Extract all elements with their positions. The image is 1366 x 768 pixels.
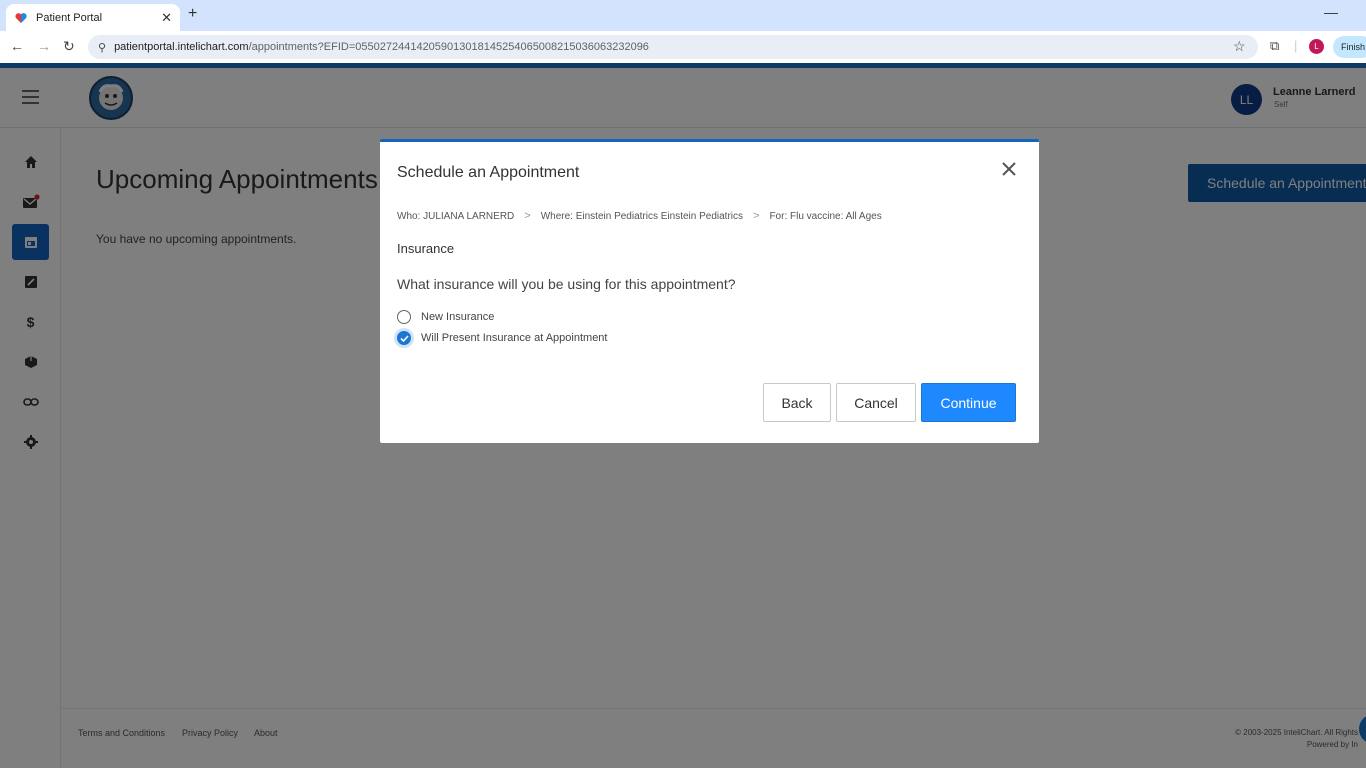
section-label: Insurance bbox=[397, 241, 455, 256]
tab-close-icon[interactable]: ✕ bbox=[161, 10, 172, 26]
favicon-heart-icon bbox=[14, 11, 28, 25]
forward-arrow-icon[interactable]: → bbox=[37, 38, 51, 54]
address-bar[interactable]: ⚲ patientportal.intelichart.com/appointm… bbox=[88, 35, 1258, 59]
breadcrumb-who[interactable]: Who: JULIANA LARNERD bbox=[397, 211, 514, 222]
breadcrumb-separator: > bbox=[753, 210, 760, 222]
option-present-insurance[interactable]: Will Present Insurance at Appointment bbox=[397, 331, 607, 345]
tab-title: Patient Portal bbox=[36, 11, 103, 24]
radio-present-insurance[interactable] bbox=[397, 331, 411, 345]
continue-button[interactable]: Continue bbox=[921, 383, 1016, 422]
breadcrumb: Who: JULIANA LARNERD > Where: Einstein P… bbox=[397, 210, 882, 222]
option-label: New Insurance bbox=[421, 311, 495, 323]
browser-tab[interactable]: Patient Portal ✕ bbox=[6, 4, 180, 31]
profile-avatar[interactable]: L bbox=[1309, 39, 1324, 54]
new-tab-icon[interactable]: + bbox=[188, 5, 197, 23]
close-icon[interactable] bbox=[1000, 160, 1018, 178]
cancel-button[interactable]: Cancel bbox=[836, 383, 916, 422]
radio-new-insurance[interactable] bbox=[397, 310, 411, 324]
breadcrumb-where[interactable]: Where: Einstein Pediatrics Einstein Pedi… bbox=[541, 211, 743, 222]
insurance-question: What insurance will you be using for thi… bbox=[397, 276, 736, 292]
option-label: Will Present Insurance at Appointment bbox=[421, 332, 608, 344]
site-settings-icon[interactable]: ⚲ bbox=[98, 41, 106, 54]
breadcrumb-separator: > bbox=[524, 210, 531, 222]
browser-toolbar: ← → ↻ ⚲ patientportal.intelichart.com/ap… bbox=[0, 31, 1366, 63]
toolbar-divider: | bbox=[1294, 38, 1298, 53]
option-new-insurance[interactable]: New Insurance bbox=[397, 310, 494, 324]
url-path: /appointments?EFID=055027244142059013018… bbox=[248, 41, 649, 53]
breadcrumb-for[interactable]: For: Flu vaccine: All Ages bbox=[769, 211, 881, 222]
dialog-title: Schedule an Appointment bbox=[397, 164, 580, 181]
back-arrow-icon[interactable]: ← bbox=[10, 38, 24, 54]
back-button[interactable]: Back bbox=[763, 383, 831, 422]
reload-icon[interactable]: ↻ bbox=[63, 38, 75, 55]
bookmark-star-icon[interactable]: ☆ bbox=[1233, 38, 1246, 55]
minimize-icon[interactable]: — bbox=[1324, 4, 1338, 20]
browser-tab-bar: Patient Portal ✕ + — bbox=[0, 0, 1366, 31]
lens-icon[interactable]: ⧉ bbox=[1270, 38, 1279, 54]
finish-update-button[interactable]: Finish bbox=[1333, 36, 1366, 58]
schedule-appointment-dialog: Schedule an Appointment Who: JULIANA LAR… bbox=[380, 139, 1039, 443]
url-domain: patientportal.intelichart.com bbox=[114, 41, 249, 53]
